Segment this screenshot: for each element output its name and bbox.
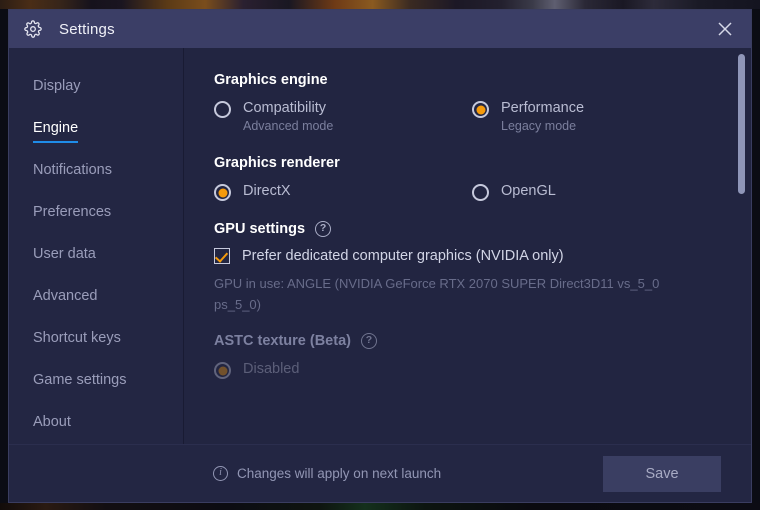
background-bottom-strip bbox=[0, 503, 760, 510]
gpu-settings-section: GPU settings ? Prefer dedicated computer… bbox=[214, 221, 717, 315]
radio-label: Compatibility bbox=[243, 100, 326, 116]
sidebar-item-label: Engine bbox=[33, 120, 79, 143]
footer-note: i Changes will apply on next launch bbox=[213, 466, 441, 481]
sidebar-item-engine[interactable]: Engine bbox=[9, 108, 183, 150]
radio-icon-selected bbox=[472, 101, 489, 118]
sidebar-item-label: Preferences bbox=[33, 203, 112, 220]
sidebar-item-user-data[interactable]: User data bbox=[9, 234, 183, 276]
radio-icon-selected bbox=[214, 362, 231, 379]
radio-option-performance[interactable]: Performance Legacy mode bbox=[472, 99, 730, 135]
sidebar-item-notifications[interactable]: Notifications bbox=[9, 150, 183, 192]
radio-label: DirectX bbox=[243, 183, 291, 199]
sidebar-item-preferences[interactable]: Preferences bbox=[9, 192, 183, 234]
dialog-footer: i Changes will apply on next launch Save bbox=[9, 444, 751, 502]
radio-label: Disabled bbox=[243, 361, 300, 377]
save-button[interactable]: Save bbox=[603, 455, 721, 492]
settings-dialog: Settings Display Engine Notifications Pr… bbox=[8, 9, 752, 503]
dialog-body: Display Engine Notifications Preferences… bbox=[9, 48, 751, 444]
page-title: Settings bbox=[59, 20, 115, 38]
gear-icon bbox=[23, 19, 43, 39]
radio-icon-selected bbox=[214, 184, 231, 201]
info-icon: i bbox=[213, 466, 228, 481]
section-heading-graphics-renderer: Graphics renderer bbox=[214, 155, 340, 171]
sidebar-item-advanced[interactable]: Advanced bbox=[9, 276, 183, 318]
graphics-renderer-options: DirectX OpenGL bbox=[214, 182, 717, 201]
checkbox-icon-checked bbox=[214, 248, 230, 264]
section-heading-label: ASTC texture (Beta) bbox=[214, 333, 351, 349]
gpu-in-use-text: GPU in use: ANGLE (NVIDIA GeForce RTX 20… bbox=[214, 276, 660, 312]
astc-texture-options: Disabled bbox=[214, 360, 717, 379]
section-heading-gpu-settings: GPU settings ? bbox=[214, 221, 717, 237]
help-icon[interactable]: ? bbox=[360, 333, 377, 349]
checkbox-label: Prefer dedicated computer graphics (NVID… bbox=[242, 248, 564, 264]
sidebar-item-label: Game settings bbox=[33, 371, 127, 388]
graphics-renderer-section: Graphics renderer DirectX OpenGL bbox=[214, 155, 717, 201]
sidebar-item-game-settings[interactable]: Game settings bbox=[9, 360, 183, 402]
sidebar-item-label: User data bbox=[33, 245, 96, 262]
radio-label: Performance bbox=[501, 100, 585, 116]
astc-texture-section: ASTC texture (Beta) ? Disabled bbox=[214, 333, 717, 379]
background-top-strip bbox=[0, 0, 760, 9]
checkbox-prefer-dedicated-graphics[interactable]: Prefer dedicated computer graphics (NVID… bbox=[214, 248, 717, 264]
radio-option-opengl[interactable]: OpenGL bbox=[472, 182, 730, 201]
sidebar-item-label: About bbox=[33, 413, 71, 430]
sidebar-item-display[interactable]: Display bbox=[9, 66, 183, 108]
engine-settings-panel: Graphics engine Compatibility Advanced m… bbox=[184, 48, 751, 444]
radio-sublabel: Legacy mode bbox=[501, 119, 577, 133]
footer-note-label: Changes will apply on next launch bbox=[237, 466, 442, 481]
sidebar-item-label: Notifications bbox=[33, 161, 112, 178]
content-scrollbar[interactable] bbox=[738, 54, 745, 438]
help-icon[interactable]: ? bbox=[315, 221, 332, 237]
sidebar-item-label: Advanced bbox=[33, 287, 98, 304]
radio-label: OpenGL bbox=[501, 183, 556, 199]
section-heading-graphics-engine: Graphics engine bbox=[214, 72, 328, 88]
section-heading-label: GPU settings bbox=[214, 221, 306, 237]
dialog-titlebar[interactable]: Settings bbox=[9, 10, 751, 48]
sidebar-item-label: Display bbox=[33, 77, 81, 94]
radio-option-compatibility[interactable]: Compatibility Advanced mode bbox=[214, 99, 472, 135]
radio-option-directx[interactable]: DirectX bbox=[214, 182, 472, 201]
graphics-engine-section: Graphics engine Compatibility Advanced m… bbox=[214, 72, 717, 135]
radio-option-disabled[interactable]: Disabled bbox=[214, 360, 472, 379]
settings-content-area: Graphics engine Compatibility Advanced m… bbox=[184, 48, 751, 444]
radio-sublabel: Advanced mode bbox=[243, 119, 334, 133]
section-heading-astc-texture: ASTC texture (Beta) ? bbox=[214, 333, 717, 349]
sidebar-item-about[interactable]: About bbox=[9, 402, 183, 444]
sidebar-item-label: Shortcut keys bbox=[33, 329, 121, 346]
radio-icon bbox=[472, 184, 489, 201]
graphics-engine-options: Compatibility Advanced mode Performance bbox=[214, 99, 717, 135]
scrollbar-thumb[interactable] bbox=[738, 54, 745, 194]
radio-icon bbox=[214, 101, 231, 118]
close-icon[interactable] bbox=[699, 10, 751, 48]
sidebar-item-shortcut-keys[interactable]: Shortcut keys bbox=[9, 318, 183, 360]
settings-sidebar: Display Engine Notifications Preferences… bbox=[9, 48, 184, 444]
